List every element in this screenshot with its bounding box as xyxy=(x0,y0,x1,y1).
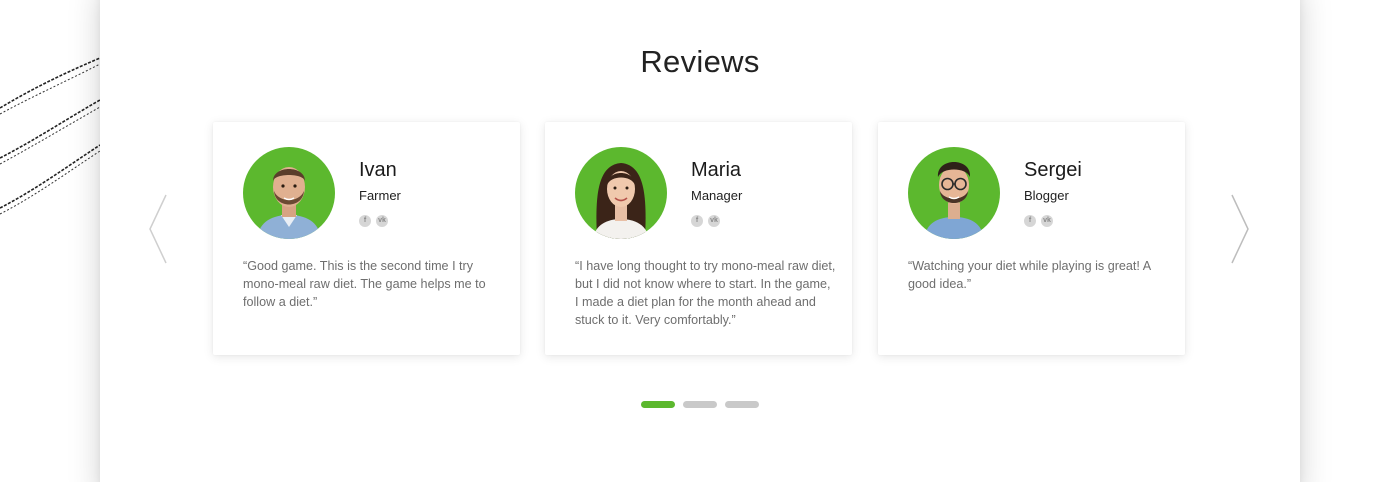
review-card: Sergei Blogger f vk “Watching your diet w… xyxy=(878,122,1185,355)
avatar xyxy=(908,147,1000,239)
reviewer-role: Farmer xyxy=(359,188,401,203)
vk-icon[interactable]: vk xyxy=(708,215,720,227)
pagination-dot-1[interactable] xyxy=(641,401,675,408)
avatar xyxy=(243,147,335,239)
social-links: f vk xyxy=(1024,215,1058,227)
review-quote: “Good game. This is the second time I tr… xyxy=(243,259,486,309)
reviews-panel: Reviews Ivan Farmer f vk “Good game. Thi… xyxy=(100,0,1300,482)
review-card: Ivan Farmer f vk “Good game. This is the … xyxy=(213,122,520,355)
reviewer-name: Sergei xyxy=(1024,159,1082,181)
reviewer-role: Manager xyxy=(691,188,743,203)
pagination-dot-3[interactable] xyxy=(725,401,759,408)
social-links: f vk xyxy=(691,215,725,227)
facebook-icon[interactable]: f xyxy=(691,215,703,227)
avatar xyxy=(575,147,667,239)
reviewer-role: Blogger xyxy=(1024,188,1069,203)
facebook-icon[interactable]: f xyxy=(359,215,371,227)
review-quote: “I have long thought to try mono-meal ra… xyxy=(575,259,836,327)
page: Reviews Ivan Farmer f vk “Good game. Thi… xyxy=(0,0,1400,482)
vk-icon[interactable]: vk xyxy=(1041,215,1053,227)
reviewer-name: Ivan xyxy=(359,159,397,181)
social-links: f vk xyxy=(359,215,393,227)
vk-icon[interactable]: vk xyxy=(376,215,388,227)
pencil-scribble-decoration xyxy=(0,57,101,215)
carousel-pagination xyxy=(100,401,1300,408)
review-quote: “Watching your diet while playing is gre… xyxy=(908,259,1151,291)
reviewer-name: Maria xyxy=(691,159,742,181)
facebook-icon[interactable]: f xyxy=(1024,215,1036,227)
review-card: Maria Manager f vk “I have long thought t… xyxy=(545,122,852,355)
pagination-dot-2[interactable] xyxy=(683,401,717,408)
review-cards: Ivan Farmer f vk “Good game. This is the … xyxy=(100,0,1300,482)
